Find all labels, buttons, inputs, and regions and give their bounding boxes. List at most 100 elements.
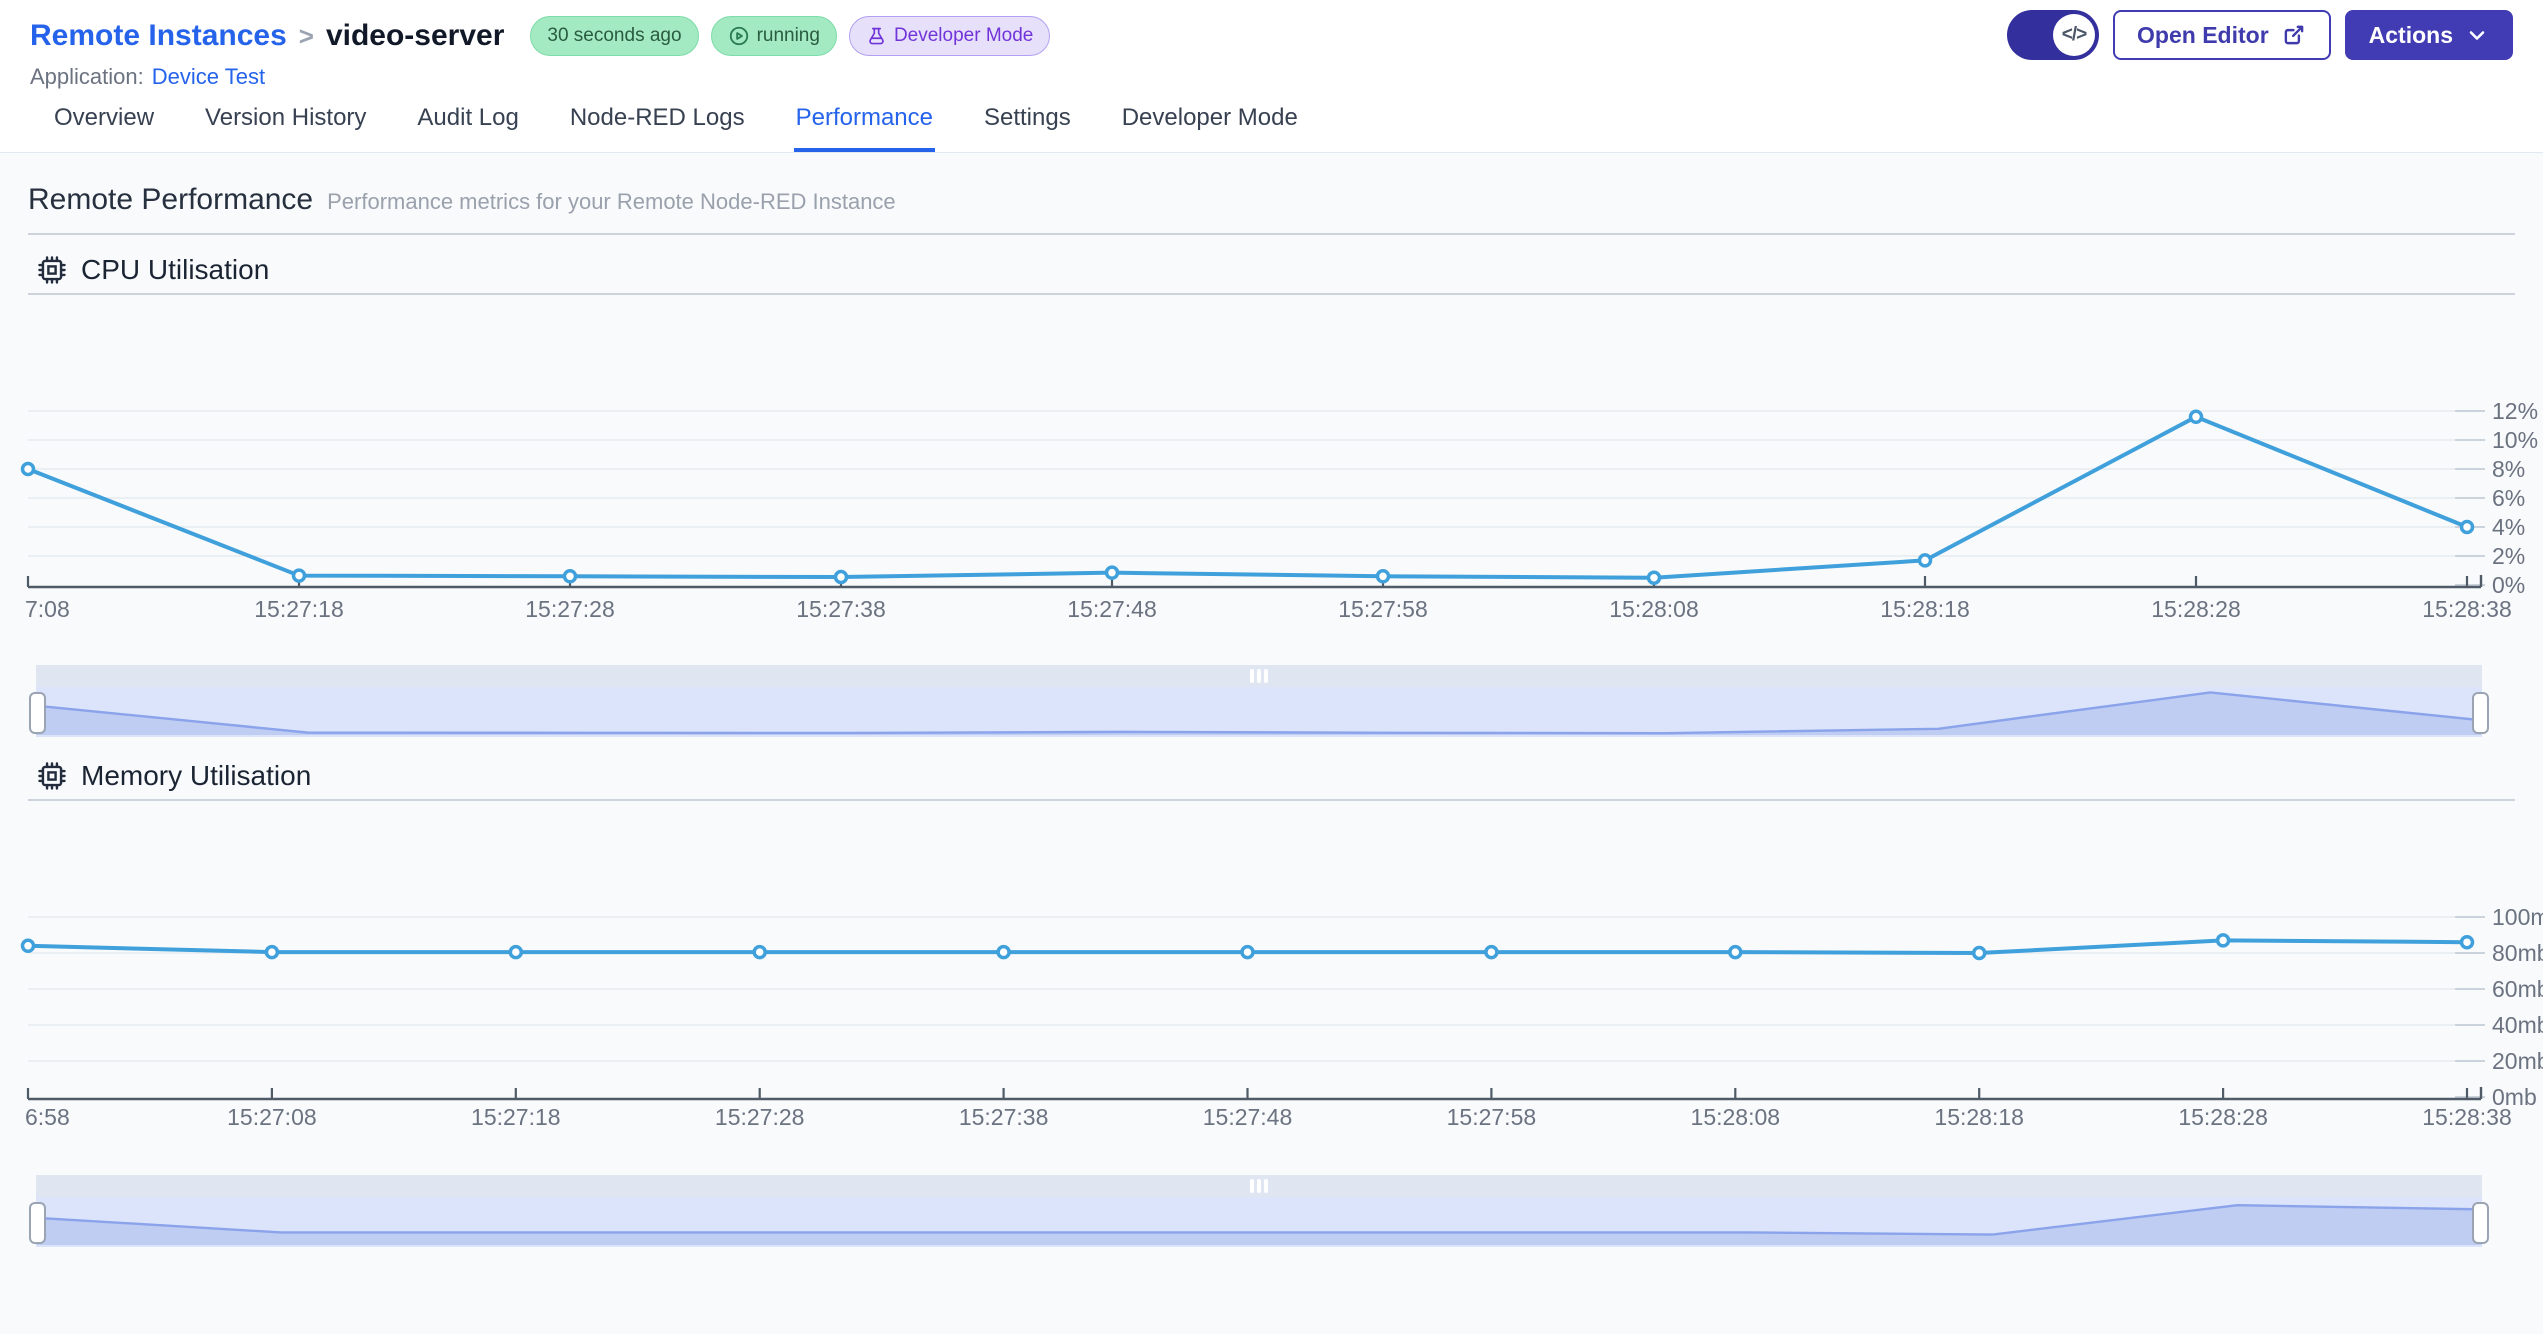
developer-mode-badge-label: Developer Mode [893,25,1034,46]
tab-settings[interactable]: Settings [982,104,1073,152]
y-axis-tick-label: 2% [2492,543,2525,569]
line-chart-svg: 0% 2% 4% 6% 8% 10% 12% 7:08 15:27:18 15:27:28 15:2… [20,398,2538,622]
data-point-marker [1646,570,1662,585]
y-axis-tick-label: 100mb [2492,904,2543,930]
application-row: Application: Device Test [30,64,2513,90]
x-axis-tick-label: 15:28:28 [2178,1104,2268,1130]
data-point-marker [752,944,767,960]
tab-bar: Overview Version History Audit Log Node-… [0,97,2543,153]
y-axis-tick-label: 10% [2492,427,2538,453]
brush-grip-icon[interactable] [1250,669,1254,683]
data-point-marker [1917,553,1933,568]
x-axis-tick-label: 15:28:08 [1691,1104,1781,1130]
developer-mode-toggle[interactable]: </> [2007,10,2100,60]
x-axis-tick-label: 15:27:38 [796,596,886,622]
y-axis-tick-label: 20mb [2492,1048,2543,1074]
header-actions: </> Open Editor Actions [2007,10,2513,60]
application-link[interactable]: Device Test [152,64,265,89]
brush-grip-icon[interactable] [1264,1179,1268,1193]
chevron-down-icon [2469,31,2485,40]
last-seen-badge: 30 seconds ago [530,16,699,56]
x-axis-tick-label: 15:27:18 [254,596,344,622]
x-axis-tick-label: 15:28:18 [1880,596,1970,622]
data-point-marker [1971,945,1987,961]
breadcrumb-separator-icon: > [298,20,314,51]
y-axis-tick-label: 12% [2492,398,2538,424]
brush-svg [29,1175,2489,1247]
data-point-marker [508,944,524,960]
tab-node-red-logs[interactable]: Node-RED Logs [568,104,747,152]
open-editor-button[interactable]: Open Editor [2113,10,2331,60]
memory-chart-brush[interactable] [0,1175,2543,1249]
data-point-marker [264,944,280,960]
data-point-marker [562,569,578,584]
brush-grip-icon[interactable] [1264,669,1268,683]
x-axis-tick-label: 15:27:28 [525,596,615,622]
x-axis-tick-label: 15:28:08 [1609,596,1699,622]
x-axis-tick-label: 15:27:38 [959,1104,1049,1130]
data-point-marker [2188,409,2204,425]
actions-button[interactable]: Actions [2344,10,2513,60]
data-point-marker [833,569,849,585]
data-point-marker [1375,569,1391,584]
cpu-section-title: CPU Utilisation [81,254,270,285]
page: Remote Instances > video-server 30 secon… [0,0,2543,1334]
header: Remote Instances > video-server 30 secon… [0,0,2543,97]
y-axis-tick-label: 40mb [2492,1012,2543,1038]
tab-overview[interactable]: Overview [52,104,156,152]
flask-icon [869,27,884,44]
divider [28,233,2515,235]
data-point-marker [20,938,36,954]
tab-performance[interactable]: Performance [793,104,935,152]
page-subtitle: Performance metrics for your Remote Node… [327,189,896,214]
data-point-marker [1484,944,1499,960]
data-point-marker [1240,944,1255,960]
brush-handle-left[interactable] [29,1202,46,1244]
play-circle-icon [729,26,748,46]
line-chart-svg: 0mb20mb40mb60mb80mb100mb6:5815:27:0815:2… [20,904,2543,1130]
y-axis-tick-label: 80mb [2492,940,2543,966]
x-axis-tick-label: 6:58 [25,1104,70,1130]
cpu-chart-brush[interactable] [0,665,2543,739]
x-axis-tick-label: 15:28:38 [2422,596,2512,622]
y-axis-tick-label: 0% [2492,572,2525,598]
application-label: Application: [30,64,144,89]
y-axis-tick-label: 8% [2492,456,2525,482]
x-axis-tick-label: 15:27:28 [715,1104,805,1130]
x-axis-tick-label: 15:27:48 [1067,596,1157,622]
brush-grip-icon[interactable] [1257,1179,1261,1193]
data-point-marker [1728,944,1743,960]
tab-developer-mode[interactable]: Developer Mode [1120,104,1300,152]
brush-grip-icon[interactable] [1257,669,1261,683]
x-axis-tick-label: 15:27:58 [1447,1104,1537,1130]
brush-handle-left[interactable] [29,692,46,734]
x-axis-tick-label: 15:28:28 [2151,596,2241,622]
data-point-marker [291,568,307,583]
x-axis-tick-label: 15:28:18 [1934,1104,2024,1130]
cpu-chart: 0% 2% 4% 6% 8% 10% 12% 7:08 15:27:18 15:27:28 15:2… [0,295,2543,635]
x-axis-tick-label: 7:08 [25,596,70,622]
x-axis-tick-label: 15:28:38 [2422,1104,2512,1130]
x-axis-tick-label: 15:27:18 [471,1104,561,1130]
memory-chart: 0mb20mb40mb60mb80mb100mb6:5815:27:0815:2… [0,801,2543,1141]
data-point-marker [2459,519,2475,535]
brush-handle-right[interactable] [2472,1202,2489,1244]
last-seen-badge-label: 30 seconds ago [547,25,682,46]
memory-section-title: Memory Utilisation [81,760,312,791]
breadcrumb-link-remote-instances[interactable]: Remote Instances [30,19,287,53]
code-icon: </> [2053,14,2096,56]
tab-version-history[interactable]: Version History [203,104,368,152]
data-point-marker [20,461,36,477]
cpu-section: CPU Utilisation 0% 2% 4% 6% 8% 10% 12% 7:08 15:2… [0,251,2543,739]
content: Remote Performance Performance metrics f… [0,153,2543,1249]
x-axis-tick-label: 15:27:58 [1338,596,1428,622]
x-axis-tick-label: 15:27:48 [1203,1104,1293,1130]
memory-chip-icon [38,762,66,790]
brush-svg [29,665,2489,737]
x-axis-tick-label: 15:27:08 [227,1104,317,1130]
data-point-marker [2459,934,2475,950]
brush-grip-icon[interactable] [1250,1179,1254,1193]
cpu-chip-icon [38,256,66,284]
tab-audit-log[interactable]: Audit Log [415,104,520,152]
brush-handle-right[interactable] [2472,692,2489,734]
